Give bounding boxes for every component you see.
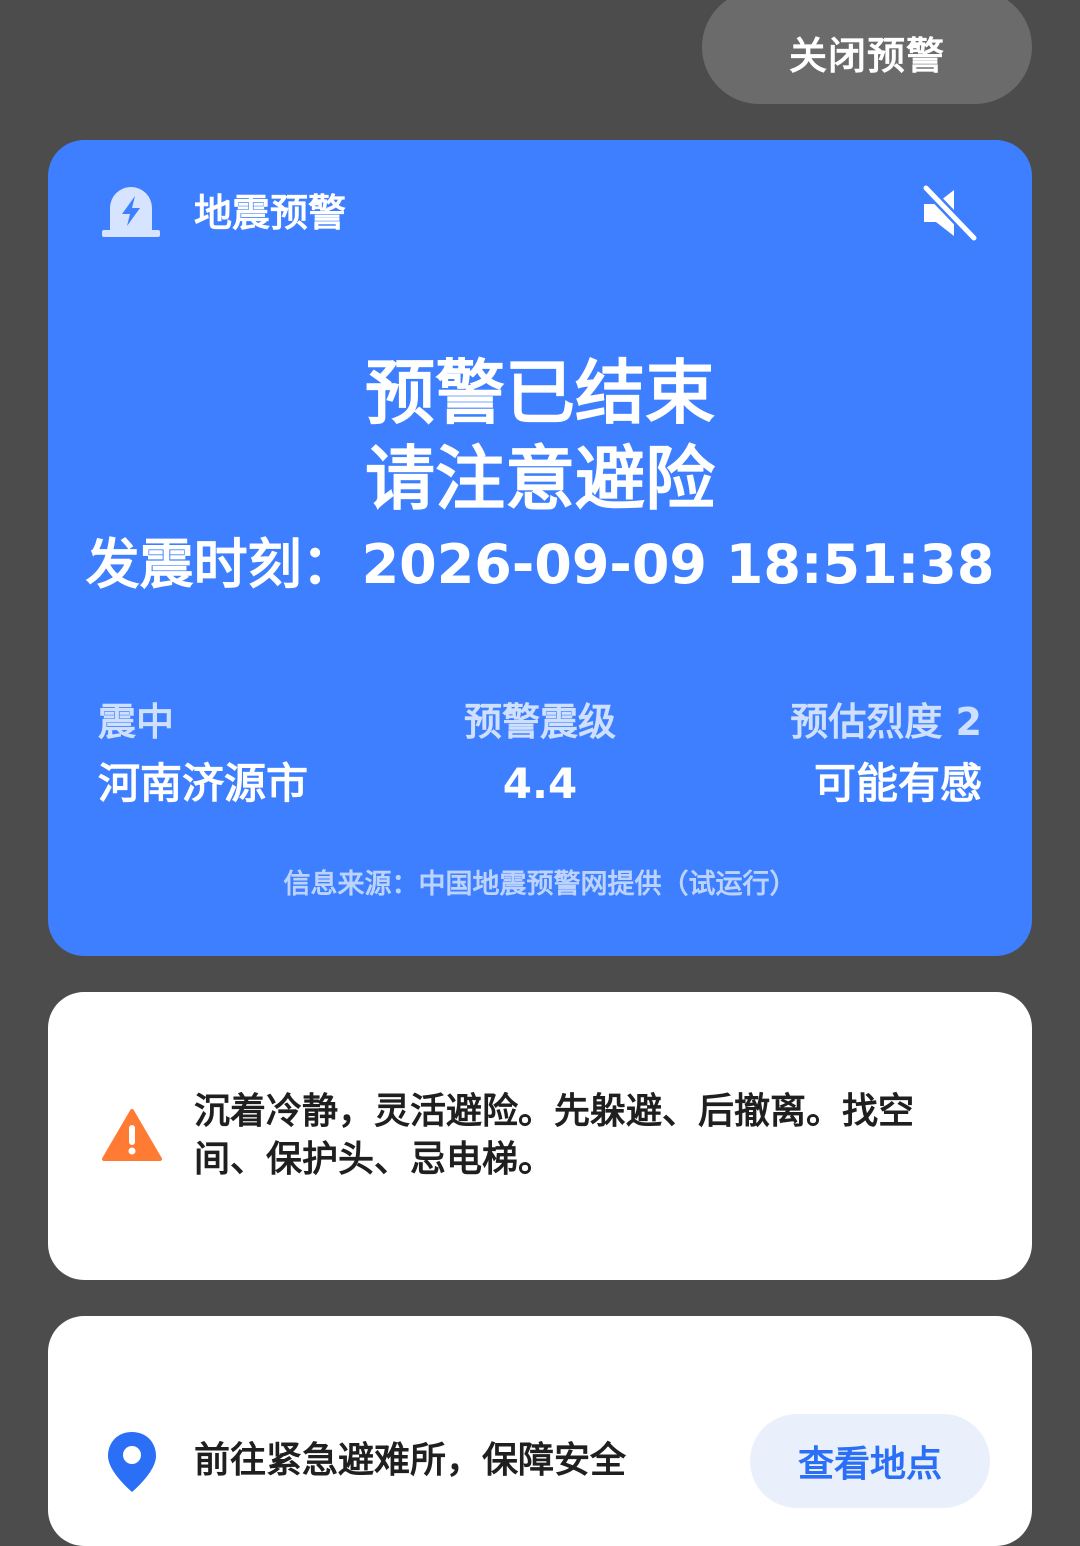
alert-header-title: 地震预警: [194, 191, 347, 235]
shelter-text: 前往紧急避难所，保障安全: [194, 1440, 627, 1481]
quake-time-value: 2026-09-09 18:51:38: [361, 533, 995, 596]
info-source: 信息来源：中国地震预警网提供（试运行）: [283, 869, 797, 900]
warning-icon: [102, 1109, 162, 1161]
quake-time: 发震时刻： 2026-09-09 18:51:38: [48, 530, 1032, 600]
magnitude-info: 预警震级 4.4: [390, 696, 690, 814]
status-ended-text: 预警已结束: [365, 352, 715, 434]
close-warning-button[interactable]: 关闭预警: [702, 0, 1032, 104]
intensity-label: 预估烈度 2: [790, 700, 982, 744]
shelter-card: 前往紧急避难所，保障安全 查看地点: [48, 1316, 1032, 1546]
epicenter-label: 震中: [98, 700, 175, 744]
epicenter-value: 河南济源市: [98, 759, 309, 808]
safety-tip-text: 沉着冷静，灵活避险。先躲避、后撤离。找空间、保护头、忌电梯。: [194, 1091, 915, 1180]
intensity-info: 预估烈度 2 可能有感: [790, 696, 982, 814]
intensity-value: 可能有感: [813, 759, 982, 808]
epicenter-info: 震中 河南济源市: [98, 696, 308, 814]
status-advice-text: 请注意避险: [365, 438, 715, 520]
magnitude-label: 预警震级: [463, 700, 616, 744]
location-pin-icon: [108, 1432, 156, 1492]
earthquake-alert-card: 地震预警 预警已结束 请注意避险 发震时刻： 2026-09-09 18:51:3…: [48, 140, 1032, 956]
volume-mute-icon[interactable]: [918, 182, 980, 244]
quake-time-label: 发震时刻：: [85, 533, 356, 596]
view-location-button[interactable]: 查看地点: [750, 1414, 990, 1508]
alarm-icon: [102, 187, 160, 237]
safety-tip-card: 沉着冷静，灵活避险。先躲避、后撤离。找空间、保护头、忌电梯。: [48, 992, 1032, 1280]
magnitude-value: 4.4: [502, 759, 578, 808]
